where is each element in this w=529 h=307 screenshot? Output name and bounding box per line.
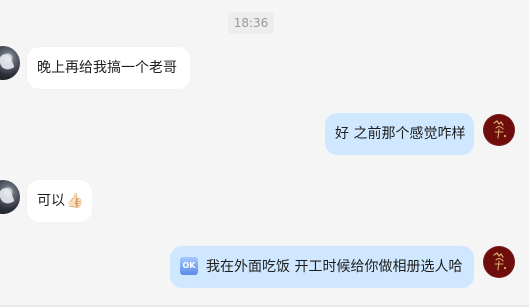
seal-icon [493,252,507,271]
outgoing-message-text: 好 之前那个感觉咋样 [335,126,466,142]
seal-avatar[interactable] [483,246,515,278]
incoming-message-text: 可以 [37,193,65,209]
thumbs-up-emoji: 👍🏻 [66,193,84,209]
contact-avatar[interactable] [0,46,20,80]
incoming-message-text: 晚上再给我搞一个老哥 [37,60,177,76]
seal-avatar[interactable] [483,114,515,146]
outgoing-message-bubble[interactable]: OK 我在外面吃饭 开工时候给你做相册选人哈 [170,246,474,288]
incoming-message-bubble[interactable]: 晚上再给我搞一个老哥 [27,47,190,89]
seal-icon [493,120,507,139]
message-timestamp: 18:36 [228,12,274,34]
outgoing-message-text: 我在外面吃饭 开工时候给你做相册选人哈 [206,259,463,275]
outgoing-message-bubble[interactable]: 好 之前那个感觉咋样 [325,113,474,155]
chat-window: 18:36 晚上再给我搞一个老哥 好 之前那个感觉咋样 可以👍🏻 OK 我在外面… [0,0,529,307]
ok-emoji: OK [180,257,198,275]
incoming-message-bubble[interactable]: 可以👍🏻 [27,180,92,222]
contact-avatar[interactable] [0,180,20,214]
